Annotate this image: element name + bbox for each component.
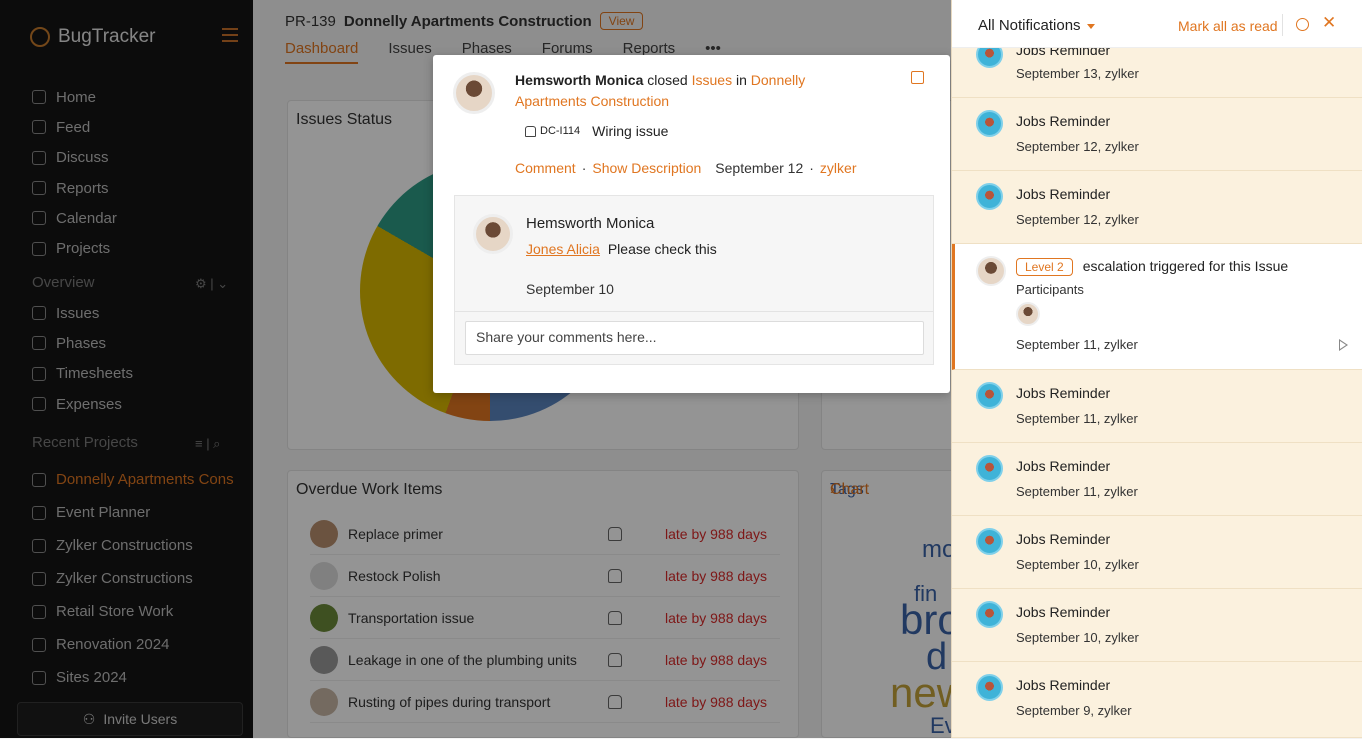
mark-all-read-button[interactable]: Mark all as read	[1178, 18, 1278, 34]
jobs-reminder-icon	[976, 110, 1003, 137]
comment-body: Jones Alicia Please check this	[526, 241, 717, 257]
notification-item[interactable]: Jobs Reminder September 9, zylker	[952, 662, 1362, 738]
bell-icon	[525, 125, 536, 137]
mention-link[interactable]: Jones Alicia	[526, 241, 600, 257]
caret-down-icon	[1086, 23, 1095, 29]
issue-title: Wiring issue	[592, 123, 669, 139]
comment-link[interactable]: Comment	[515, 160, 576, 176]
notifications-header: All Notifications Mark all as read ✕	[952, 0, 1362, 48]
notification-item[interactable]: Jobs Reminder September 12, zylker	[952, 98, 1362, 171]
comment-date: September 10	[526, 281, 614, 297]
notification-item[interactable]: Jobs Reminder September 11, zylker	[952, 370, 1362, 443]
jobs-reminder-icon	[976, 183, 1003, 210]
level-badge: Level 2	[1016, 258, 1073, 276]
divider	[455, 311, 933, 312]
notification-item[interactable]: Jobs Reminder September 10, zylker	[952, 589, 1362, 662]
jobs-reminder-icon	[976, 601, 1003, 628]
gear-icon[interactable]	[1296, 18, 1309, 31]
activity-user[interactable]: zylker	[820, 160, 857, 176]
jobs-reminder-icon	[976, 382, 1003, 409]
popup-actions: Comment · Show Description September 12 …	[515, 160, 857, 176]
divider	[1282, 14, 1283, 36]
activity-date: September 12	[715, 160, 804, 176]
comment-thread: Hemsworth Monica Jones Alicia Please che…	[454, 195, 934, 365]
notification-item-escalation[interactable]: Level 2 escalation triggered for this Iss…	[952, 244, 1362, 370]
show-description-link[interactable]: Show Description	[592, 160, 701, 176]
notifications-filter-dropdown[interactable]: All Notifications	[978, 17, 1095, 34]
notification-item[interactable]: Jobs Reminder September 10, zylker	[952, 516, 1362, 589]
module-link[interactable]: Issues	[692, 72, 732, 88]
flag-icon[interactable]	[1339, 339, 1348, 351]
issue-reference[interactable]: DC-I114 Wiring issue	[525, 123, 668, 139]
close-icon[interactable]: ✕	[1322, 13, 1336, 33]
jobs-reminder-icon	[976, 455, 1003, 482]
activity-summary: Hemsworth Monica closed Issues in Donnel…	[515, 72, 806, 109]
jobs-reminder-icon	[976, 674, 1003, 701]
notification-item[interactable]: Jobs Reminder September 11, zylker	[952, 443, 1362, 516]
avatar	[976, 256, 1006, 286]
jobs-reminder-icon	[976, 528, 1003, 555]
comment-input[interactable]: Share your comments here...	[465, 321, 924, 355]
notifications-panel: All Notifications Mark all as read ✕ Job…	[951, 0, 1362, 738]
comment-author: Hemsworth Monica	[526, 215, 655, 232]
participants-label: Participants	[1016, 282, 1084, 297]
open-external-icon[interactable]	[911, 71, 924, 84]
avatar	[453, 72, 495, 114]
notification-item[interactable]: Jobs Reminder September 12, zylker	[952, 171, 1362, 244]
avatar	[473, 214, 513, 254]
notification-detail-popup: Hemsworth Monica closed Issues in Donnel…	[433, 55, 950, 393]
participant-avatar[interactable]	[1016, 302, 1040, 326]
